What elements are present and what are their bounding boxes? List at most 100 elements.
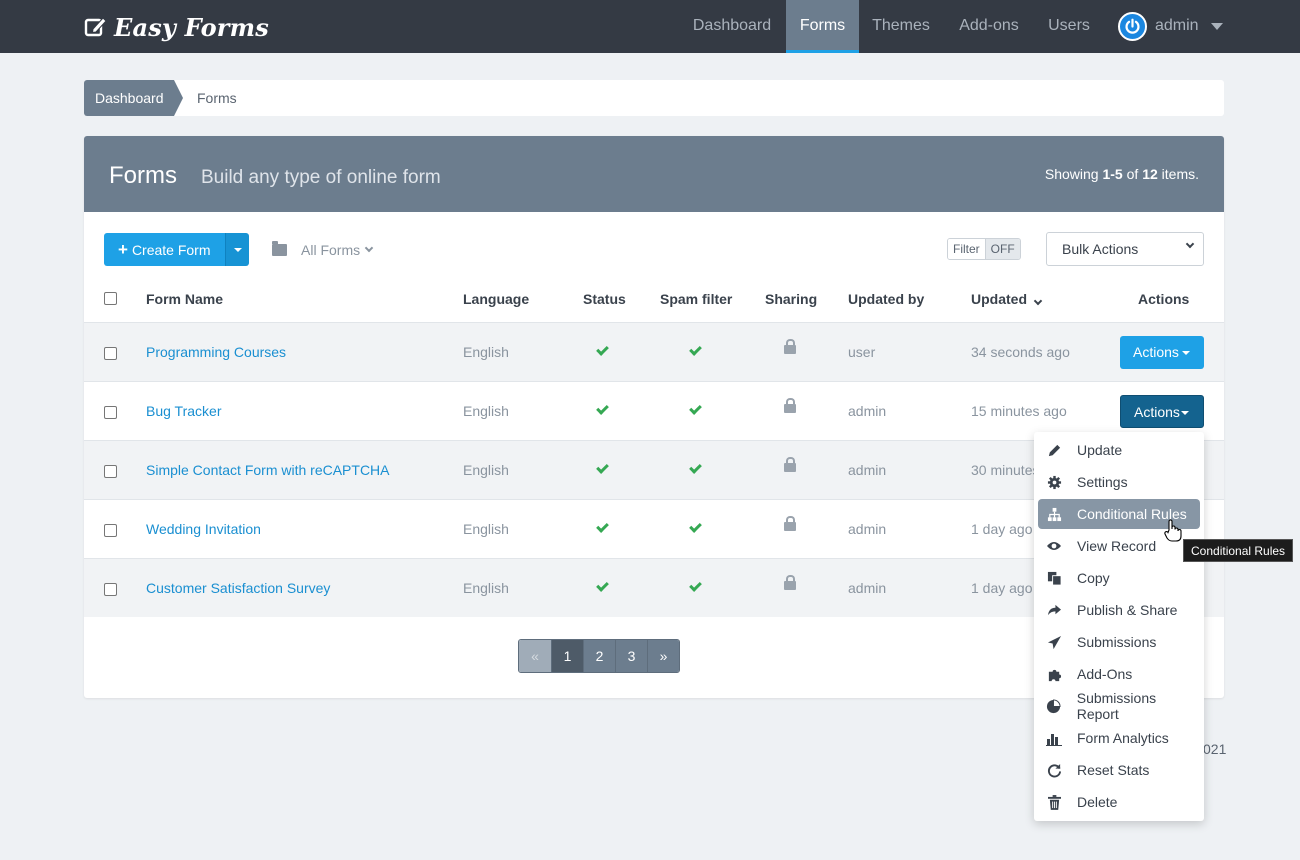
breadcrumb-arrow [174,80,183,116]
table-row: Programming Courses English user 34 seco… [84,322,1224,381]
pagination: « 1 2 3 » [518,639,680,673]
check-icon [689,402,702,415]
row-checkbox[interactable] [104,347,117,360]
form-language: English [463,462,509,478]
brand-name: Easy Forms [114,12,269,42]
row-checkbox[interactable] [104,524,117,537]
trash-icon [1047,794,1061,810]
folder-filter[interactable]: All Forms [272,240,374,260]
footer-copyright: 021 [1203,741,1227,757]
menu-item-form-analytics[interactable]: Form Analytics [1038,723,1200,753]
updated-time: 34 seconds ago [971,344,1070,360]
pagination-next[interactable]: » [647,640,679,672]
pagination-prev[interactable]: « [519,640,551,672]
col-status[interactable]: Status [583,291,626,307]
nav-forms[interactable]: Forms [786,0,859,53]
caret-down-icon [1181,411,1189,415]
row-checkbox[interactable] [104,406,117,419]
avatar [1118,11,1147,41]
refresh-icon [1047,763,1061,777]
top-navbar: Easy Forms Dashboard Forms Themes Add-on… [0,0,1300,53]
plus-icon: + [118,240,128,259]
nav-addons[interactable]: Add-ons [952,0,1026,53]
menu-item-delete[interactable]: Delete [1038,787,1200,817]
create-form-button[interactable]: + Create Form [104,233,225,266]
updated-time: 1 day ago [971,521,1033,537]
sitemap-icon [1047,507,1061,521]
breadcrumb-home[interactable]: Dashboard [84,80,174,116]
updated-by: admin [848,462,887,478]
updated-by: admin [848,403,887,419]
col-language[interactable]: Language [463,291,529,307]
form-name-link[interactable]: Bug Tracker [146,403,221,419]
updated-time: 15 minutes ago [971,403,1067,419]
updated-by: admin [848,580,887,596]
menu-item-copy[interactable]: Copy [1038,563,1200,593]
chevron-down-icon [1210,22,1223,30]
pagination-page-1[interactable]: 1 [551,640,583,672]
menu-item-publish-share[interactable]: Publish & Share [1038,595,1200,625]
create-form-dropdown-toggle[interactable] [225,233,249,266]
form-name-link[interactable]: Wedding Invitation [146,521,261,537]
tooltip: Conditional Rules [1183,539,1294,562]
col-spam-filter[interactable]: Spam filter [660,291,732,307]
check-icon [689,579,702,592]
menu-item-submissions-report[interactable]: Submissions Report [1038,690,1200,722]
copy-icon [1047,571,1062,586]
lock-icon [784,575,796,590]
page-title: Forms [109,162,177,189]
menu-item-submissions[interactable]: Submissions [1038,627,1200,657]
updated-by: admin [848,521,887,537]
col-actions: Actions [1138,291,1190,307]
menu-item-reset-stats[interactable]: Reset Stats [1038,755,1200,785]
user-menu[interactable]: admin [1118,11,1223,41]
updated-time: 1 day ago [971,580,1033,596]
form-name-link[interactable]: Simple Contact Form with reCAPTCHA [146,462,390,478]
brand-logo[interactable]: Easy Forms [84,10,269,44]
check-icon [596,343,609,356]
row-checkbox[interactable] [104,583,117,596]
col-updated-by[interactable]: Updated by [848,291,924,307]
items-summary: Showing 1-5 of 12 items. [1044,166,1199,182]
form-language: English [463,580,509,596]
nav-themes[interactable]: Themes [866,0,936,53]
check-icon [596,520,609,533]
filter-toggle[interactable]: Filter OFF [947,238,1021,260]
actions-button[interactable]: Actions [1120,395,1204,428]
gear-icon [1047,475,1061,489]
col-sharing[interactable]: Sharing [765,291,817,307]
bar-chart-icon [1046,733,1062,746]
pagination-page-2[interactable]: 2 [583,640,615,672]
eye-icon [1047,542,1061,550]
sort-desc-icon [1033,296,1043,306]
lock-icon [784,457,796,472]
pie-chart-icon [1047,698,1061,713]
menu-item-update[interactable]: Update [1038,435,1200,465]
col-form-name[interactable]: Form Name [146,291,223,307]
edit-icon [84,17,107,37]
form-language: English [463,403,509,419]
form-language: English [463,521,509,537]
user-name: admin [1155,17,1199,34]
chevron-down-icon [1185,239,1195,249]
form-name-link[interactable]: Customer Satisfaction Survey [146,580,330,596]
check-icon [689,520,702,533]
menu-item-add-ons[interactable]: Add-Ons [1038,659,1200,689]
nav-dashboard[interactable]: Dashboard [686,0,778,53]
actions-button[interactable]: Actions [1120,336,1204,369]
pagination-page-3[interactable]: 3 [615,640,647,672]
share-icon [1047,604,1061,615]
chevron-down-icon [364,243,374,253]
menu-item-settings[interactable]: Settings [1038,467,1200,497]
col-updated[interactable]: Updated [971,291,1043,307]
nav-users[interactable]: Users [1042,0,1096,53]
panel-header: Forms Build any type of online form Show… [84,136,1224,212]
bulk-actions-select[interactable]: Bulk Actions [1046,232,1204,266]
check-icon [596,579,609,592]
actions-dropdown-menu: Update Settings Conditional Rules View R… [1034,432,1204,821]
check-icon [689,461,702,474]
row-checkbox[interactable] [104,465,117,478]
select-all-checkbox[interactable] [104,292,117,305]
lock-icon [784,339,796,354]
form-name-link[interactable]: Programming Courses [146,344,286,360]
